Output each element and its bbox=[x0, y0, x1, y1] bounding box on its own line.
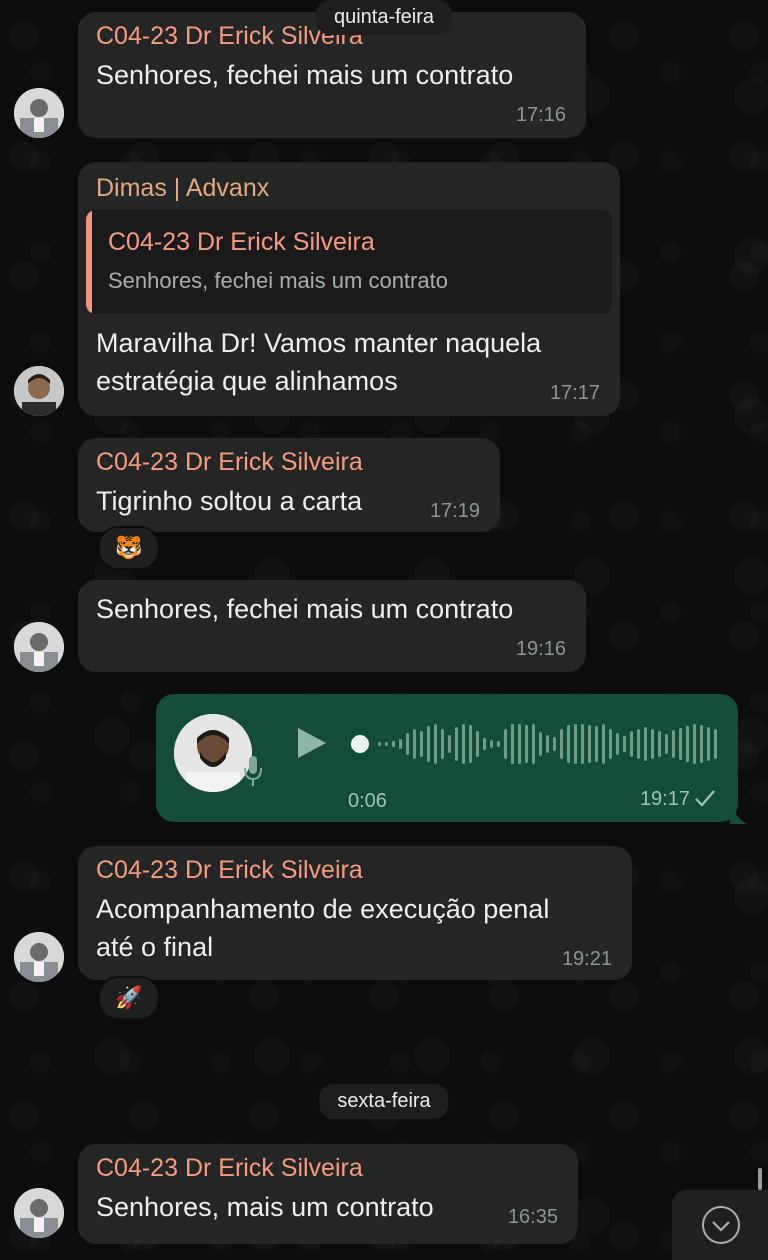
waveform-bar bbox=[574, 724, 577, 764]
waveform-bar bbox=[504, 729, 507, 759]
check-icon bbox=[694, 788, 716, 813]
message-time: 19:16 bbox=[515, 638, 566, 660]
play-icon[interactable] bbox=[294, 726, 328, 765]
waveform-bar bbox=[532, 724, 535, 764]
message-time: 16:35 bbox=[507, 1206, 558, 1228]
sender-name[interactable]: Dimas | Advanx bbox=[96, 174, 269, 203]
waveform-bar bbox=[553, 737, 556, 751]
avatar[interactable] bbox=[14, 622, 64, 672]
message-time: 19:21 bbox=[561, 948, 612, 970]
waveform-bar bbox=[490, 740, 493, 748]
waveform-bar bbox=[679, 728, 682, 760]
waveform-bar bbox=[609, 729, 612, 759]
waveform-bar bbox=[546, 735, 549, 753]
message-text: Senhores, mais um contrato bbox=[96, 1192, 434, 1222]
date-separator: sexta-feira bbox=[319, 1084, 449, 1119]
voice-sender-avatar bbox=[174, 714, 252, 792]
waveform[interactable] bbox=[350, 720, 720, 768]
waveform-bar bbox=[406, 733, 409, 755]
message-text: Tigrinho soltou a carta bbox=[96, 486, 363, 516]
sender-name[interactable]: C04-23 Dr Erick Silveira bbox=[96, 1154, 363, 1183]
waveform-bar bbox=[497, 741, 500, 747]
chat-panel: quinta-feira C04-23 Dr Erick Silveira Se… bbox=[0, 0, 768, 1260]
avatar[interactable] bbox=[14, 1188, 64, 1238]
waveform-bar bbox=[385, 742, 388, 746]
waveform-bar bbox=[651, 729, 654, 759]
waveform-bar bbox=[476, 731, 479, 757]
date-separator: quinta-feira bbox=[315, 0, 453, 35]
voice-duration: 0:06 bbox=[348, 790, 387, 812]
message-time: 17:16 bbox=[515, 104, 566, 126]
quote-sender: C04-23 Dr Erick Silveira bbox=[108, 228, 375, 256]
reaction-badge[interactable]: 🚀 bbox=[98, 976, 160, 1020]
quoted-message[interactable]: C04-23 Dr Erick Silveira Senhores, feche… bbox=[86, 210, 612, 314]
waveform-bar bbox=[392, 741, 395, 747]
scroll-to-bottom-button[interactable] bbox=[672, 1190, 768, 1260]
waveform-bar bbox=[637, 729, 640, 759]
waveform-bar bbox=[644, 727, 647, 761]
waveform-bar bbox=[693, 724, 696, 764]
waveform-bar bbox=[602, 724, 605, 764]
message-time: 17:17 bbox=[549, 382, 600, 404]
waveform-bar bbox=[567, 725, 570, 763]
bubble-tail bbox=[730, 802, 748, 824]
message-bubble[interactable]: C04-23 Dr Erick Silveira Acompanhamento … bbox=[78, 846, 632, 980]
message-text: estratégia que alinhamos bbox=[96, 366, 398, 396]
voice-message-bubble[interactable]: 0:06 19:17 bbox=[156, 694, 738, 822]
waveform-bar bbox=[462, 724, 465, 764]
message-time: 19:17 bbox=[639, 788, 690, 810]
waveform-bar bbox=[413, 729, 416, 759]
waveform-bar bbox=[427, 726, 430, 762]
waveform-bar bbox=[581, 724, 584, 764]
waveform-bar bbox=[455, 727, 458, 761]
waveform-bar bbox=[448, 735, 451, 753]
waveform-bar bbox=[420, 731, 423, 757]
sender-name[interactable]: C04-23 Dr Erick Silveira bbox=[96, 856, 363, 885]
reaction-badge[interactable]: 🐯 bbox=[98, 526, 160, 570]
waveform-bar bbox=[707, 727, 710, 761]
message-bubble[interactable]: C04-23 Dr Erick Silveira Tigrinho soltou… bbox=[78, 438, 500, 532]
scrollbar-thumb[interactable] bbox=[758, 1168, 762, 1190]
waveform-bar bbox=[539, 732, 542, 756]
waveform-bar bbox=[665, 734, 668, 754]
waveform-bar bbox=[686, 726, 689, 762]
message-text: até o final bbox=[96, 932, 214, 962]
mic-icon bbox=[242, 754, 264, 793]
message-time: 17:19 bbox=[429, 500, 480, 522]
avatar[interactable] bbox=[14, 366, 64, 416]
waveform-bar bbox=[525, 725, 528, 763]
waveform-bar bbox=[511, 724, 514, 764]
waveform-bar bbox=[483, 738, 486, 750]
chevron-down-icon bbox=[702, 1206, 740, 1244]
waveform-bar bbox=[588, 725, 591, 763]
waveform-bar bbox=[700, 725, 703, 763]
waveform-bar bbox=[658, 731, 661, 757]
waveform-bar bbox=[714, 729, 717, 759]
message-bubble[interactable]: Dimas | Advanx C04-23 Dr Erick Silveira … bbox=[78, 162, 620, 416]
waveform-bar bbox=[441, 729, 444, 759]
waveform-bar bbox=[623, 736, 626, 752]
message-bubble[interactable]: Senhores, fechei mais um contrato 19:16 bbox=[78, 580, 586, 672]
message-text: Maravilha Dr! Vamos manter naquela bbox=[96, 328, 542, 358]
sender-name[interactable]: C04-23 Dr Erick Silveira bbox=[96, 448, 363, 477]
waveform-bar bbox=[630, 731, 633, 757]
avatar[interactable] bbox=[14, 88, 64, 138]
quote-text: Senhores, fechei mais um contrato bbox=[108, 268, 448, 293]
message-text: Senhores, fechei mais um contrato bbox=[96, 594, 514, 624]
waveform-bar bbox=[469, 725, 472, 763]
waveform-bar bbox=[399, 739, 402, 749]
waveform-bar bbox=[595, 726, 598, 762]
waveform-bar bbox=[378, 742, 381, 746]
message-text: Senhores, fechei mais um contrato bbox=[96, 60, 514, 90]
waveform-bar bbox=[518, 724, 521, 764]
avatar[interactable] bbox=[14, 932, 64, 982]
message-bubble[interactable]: C04-23 Dr Erick Silveira Senhores, mais … bbox=[78, 1144, 578, 1244]
message-text: Acompanhamento de execução penal bbox=[96, 894, 550, 924]
waveform-bar bbox=[434, 724, 437, 764]
waveform-bar bbox=[672, 730, 675, 758]
waveform-bar bbox=[560, 729, 563, 759]
quote-accent-bar bbox=[86, 210, 92, 314]
playback-knob[interactable] bbox=[351, 735, 369, 753]
waveform-bar bbox=[616, 733, 619, 755]
